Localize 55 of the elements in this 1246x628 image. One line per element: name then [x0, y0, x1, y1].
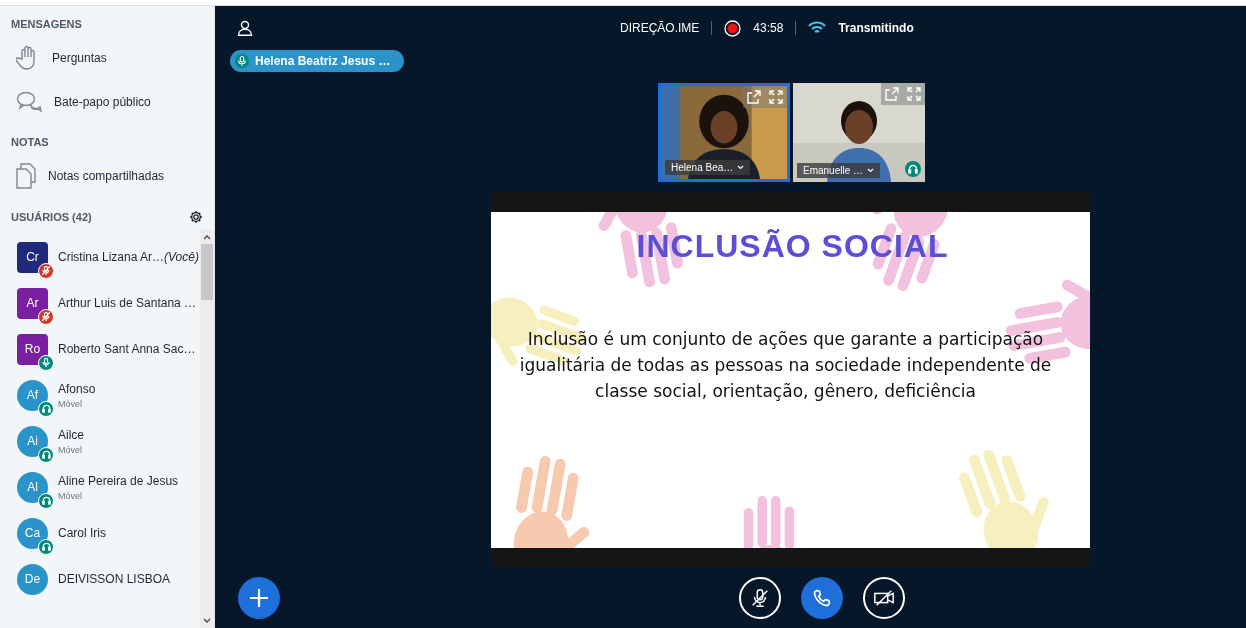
muted-microphone-icon [749, 586, 771, 610]
camera-off-icon [872, 587, 896, 609]
microphone-icon [38, 354, 54, 371]
documents-icon [16, 163, 36, 189]
user-avatar: De [17, 563, 48, 595]
popout-icon[interactable] [743, 86, 765, 108]
headphones-icon [38, 492, 54, 509]
user-name[interactable]: Cristina Lizana Ar…(Você) [58, 250, 199, 264]
user-name[interactable]: Roberto Sant Anna Sac… [58, 342, 196, 356]
section-title: MENSAGENS [11, 18, 82, 30]
user-name[interactable]: Arthur Luis de Santana … [58, 296, 197, 310]
add-button[interactable] [238, 577, 280, 619]
microphone-icon [235, 54, 249, 68]
plus-icon [249, 588, 269, 608]
connection-status: Transmitindo [838, 21, 914, 35]
user-name[interactable]: DEIVISSON LISBOA [58, 572, 171, 586]
headphones-icon [38, 400, 54, 417]
video-tile[interactable]: Helena Bea… [658, 83, 790, 182]
sidebar-item[interactable]: Notas compartilhadas [0, 154, 214, 198]
recording-icon[interactable] [724, 19, 742, 37]
video-name-menu[interactable]: Emanuelle … [797, 163, 881, 178]
phone-icon [812, 588, 832, 608]
chevron-down-icon [737, 165, 745, 170]
user-name[interactable]: Ailce [58, 427, 84, 442]
camera-off-button[interactable] [863, 577, 905, 619]
sidebar-item[interactable]: Bate-papo público [0, 80, 214, 124]
wifi-icon [808, 21, 827, 35]
user-name[interactable]: Carol Iris [58, 526, 106, 540]
video-tile[interactable]: Emanuelle … [793, 83, 925, 182]
section-title: USUÁRIOS (42) [11, 211, 92, 223]
section-title: NOTAS [11, 136, 49, 148]
user-device: Móvel [58, 444, 83, 455]
slide-text: Inclusão é um conjunto de ações que garante a participação igualitária de todas as pessoas na sociedade independente de classe social, orientação, gênero, deficiência [519, 328, 1052, 403]
user-device: Móvel [58, 398, 83, 409]
scrollbar-thumb[interactable] [201, 244, 213, 300]
muted-microphone-icon [38, 308, 54, 325]
muted-microphone-icon [38, 262, 54, 279]
headphones-icon [38, 538, 54, 555]
video-name-menu[interactable]: Helena Bea… [665, 160, 751, 175]
session-name: DIREÇÃO.IME [620, 21, 700, 35]
muted-microphone-button[interactable] [739, 577, 781, 619]
slide-title: INCLUSÃO SOCIAL [635, 228, 949, 265]
chat-icon [16, 90, 42, 114]
chevron-down-icon [867, 168, 875, 173]
phone-button[interactable] [801, 577, 843, 619]
user-device: Móvel [58, 490, 83, 501]
user-name[interactable]: Afonso [58, 381, 96, 396]
user-name[interactable]: Aline Pereira de Jesus [58, 473, 179, 488]
user-icon[interactable] [237, 20, 253, 36]
headphones-icon [38, 446, 54, 463]
recording-time: 43:58 [753, 21, 784, 35]
scrollbar[interactable] [200, 230, 214, 628]
gear-icon[interactable] [189, 210, 203, 224]
sidebar-item[interactable]: Perguntas [0, 36, 214, 80]
fullscreen-icon[interactable] [765, 86, 787, 108]
